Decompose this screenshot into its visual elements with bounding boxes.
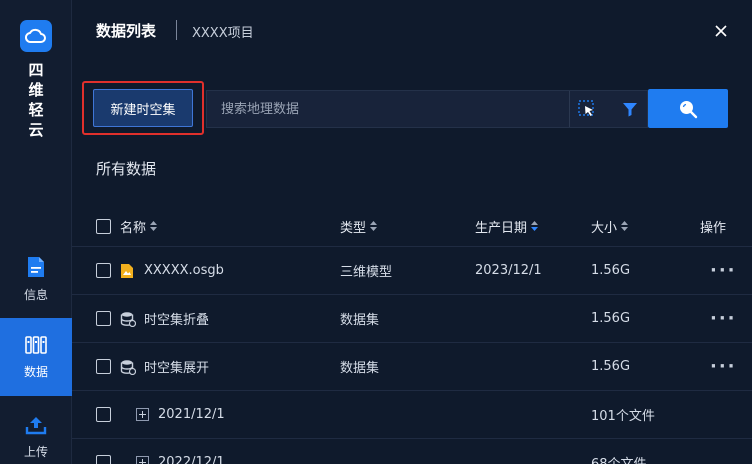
table-row[interactable]: XXXXX.osgb 三维模型 2023/12/1 1.56G ··· — [72, 246, 752, 294]
column-name-label: 名称 — [120, 220, 147, 236]
section-title: 所有数据 — [96, 160, 157, 178]
row-name: 时空集折叠 — [144, 313, 210, 328]
filter-button[interactable] — [613, 91, 647, 127]
expand-plus-icon[interactable] — [136, 456, 149, 464]
row-size: 1.56G — [591, 263, 631, 278]
sort-desc-icon — [531, 221, 539, 231]
row-name: 2021/12/1 — [158, 407, 225, 422]
search-icon — [680, 100, 698, 118]
row-type: 三维模型 — [340, 265, 393, 280]
sort-icon — [621, 221, 629, 231]
sidebar-item-upload[interactable]: 上传 — [0, 398, 72, 464]
close-icon — [715, 25, 727, 37]
sort-icon — [150, 221, 158, 231]
row-checkbox[interactable] — [96, 359, 111, 374]
search-button[interactable] — [648, 89, 728, 128]
cursor-select-icon — [577, 100, 594, 116]
sidebar-item-data[interactable]: 数据 — [0, 318, 72, 396]
table-header: 名称 类型 生产日期 大小 操作 — [72, 206, 752, 246]
column-header-name[interactable]: 名称 — [120, 206, 158, 246]
table-row[interactable]: 时空集折叠 数据集 1.56G ··· — [72, 294, 752, 342]
app-sidebar: 四 维 轻 云 信息 数据 上传 — [0, 0, 72, 464]
filter-icon — [623, 103, 637, 117]
row-date: 2023/12/1 — [475, 263, 542, 278]
panel-header: 数据列表 XXXX项目 — [72, 0, 752, 60]
sidebar-item-info[interactable]: 信息 — [0, 240, 72, 318]
row-type: 数据集 — [340, 313, 380, 328]
column-header-size[interactable]: 大小 — [591, 206, 629, 246]
search-box — [206, 90, 648, 128]
select-all-checkbox[interactable] — [96, 218, 111, 234]
close-button[interactable] — [708, 18, 734, 44]
new-button-highlight: 新建时空集 — [82, 81, 204, 135]
column-type-label: 类型 — [340, 220, 367, 236]
row-checkbox[interactable] — [96, 263, 111, 278]
data-list-panel: 数据列表 XXXX项目 新建时空集 搜索地理数据 所有数据 名称 类型 生产日期… — [72, 0, 752, 464]
new-spacetime-set-button[interactable]: 新建时空集 — [93, 89, 193, 127]
brand-char: 云 — [28, 121, 44, 139]
column-header-actions: 操作 — [700, 206, 726, 246]
row-name: 2022/12/1 — [158, 455, 225, 464]
sidebar-item-label: 数据 — [23, 364, 48, 379]
row-size: 1.56G — [591, 359, 631, 374]
row-checkbox[interactable] — [96, 455, 111, 464]
panel-title: 数据列表 — [96, 22, 157, 40]
column-header-type[interactable]: 类型 — [340, 206, 378, 246]
brand-name: 四 维 轻 云 — [0, 60, 72, 140]
document-icon — [28, 256, 44, 277]
row-name: XXXXX.osgb — [144, 263, 224, 278]
row-type: 数据集 — [340, 361, 380, 376]
dataset-icon — [120, 311, 136, 327]
table-row[interactable]: 2021/12/1 101个文件 — [72, 390, 752, 438]
select-tool-button[interactable] — [569, 91, 603, 127]
more-actions-icon[interactable]: ··· — [710, 260, 737, 281]
row-size: 101个文件 — [591, 409, 655, 424]
more-actions-icon[interactable]: ··· — [710, 308, 737, 329]
database-icon — [25, 335, 47, 354]
sort-icon — [370, 221, 378, 231]
brand-char: 轻 — [28, 101, 44, 119]
table-row[interactable]: 时空集展开 数据集 1.56G ··· — [72, 342, 752, 390]
dataset-icon — [120, 359, 136, 375]
image-file-icon — [121, 263, 133, 278]
cloud-logo-icon — [20, 20, 52, 52]
upload-icon — [25, 416, 47, 434]
sidebar-item-label: 信息 — [23, 287, 48, 302]
expand-plus-icon[interactable] — [136, 408, 149, 421]
row-checkbox[interactable] — [96, 311, 111, 326]
row-size: 68个文件 — [591, 453, 647, 464]
column-date-label: 生产日期 — [475, 220, 528, 236]
brand-char: 维 — [28, 81, 44, 99]
row-size: 1.56G — [591, 311, 631, 326]
row-name: 时空集展开 — [144, 361, 210, 376]
search-input[interactable] — [207, 91, 557, 127]
column-actions-label: 操作 — [700, 220, 727, 236]
column-header-date[interactable]: 生产日期 — [475, 206, 539, 246]
table-row[interactable]: 2022/12/1 68个文件 — [72, 438, 752, 464]
title-divider — [176, 20, 177, 40]
project-name: XXXX项目 — [192, 26, 254, 41]
more-actions-icon[interactable]: ··· — [710, 356, 737, 377]
row-checkbox[interactable] — [96, 407, 111, 422]
sidebar-item-label: 上传 — [23, 444, 48, 459]
column-size-label: 大小 — [591, 220, 618, 236]
brand-char: 四 — [28, 61, 44, 79]
